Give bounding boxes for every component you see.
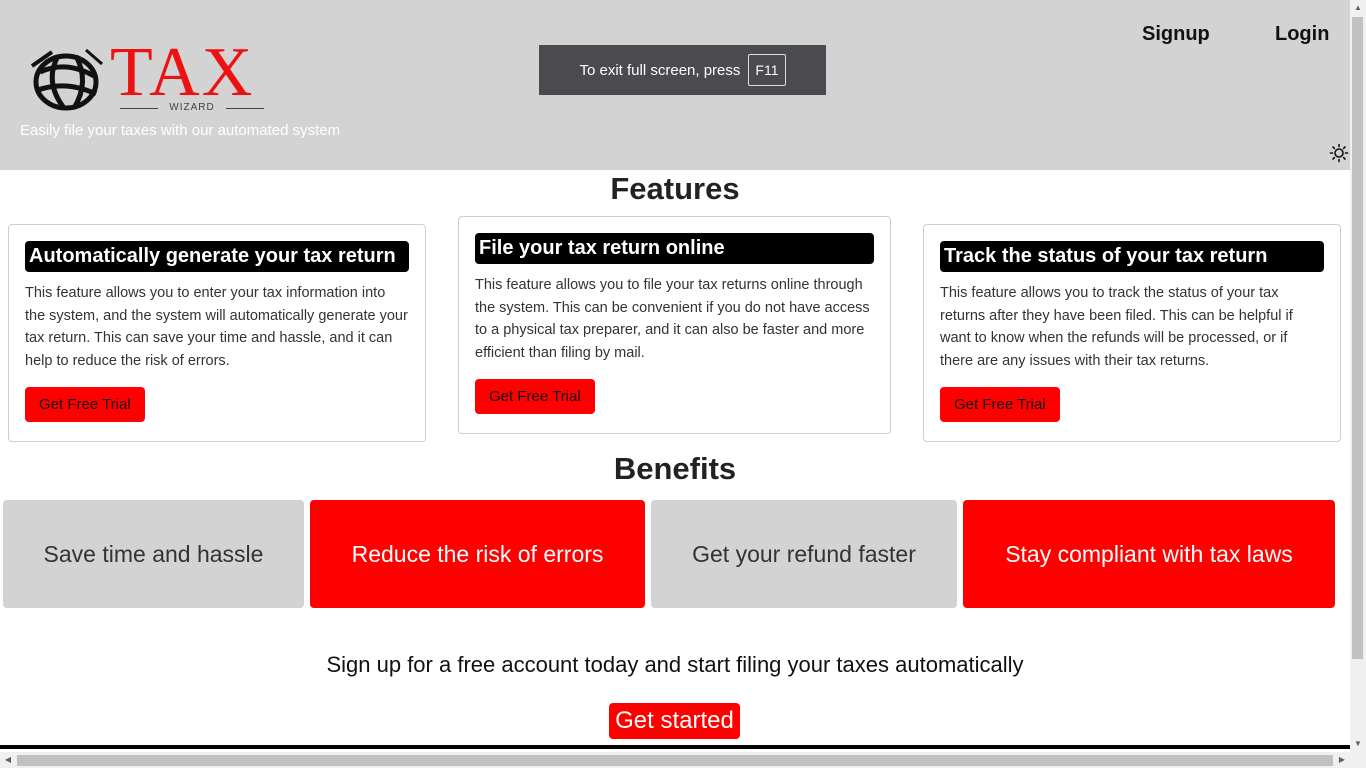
globe-icon [30,48,103,111]
scroll-right-arrow-icon[interactable]: ▶ [1334,752,1350,768]
login-link[interactable]: Login [1275,23,1329,46]
features-title: Features [610,171,740,206]
get-free-trial-button[interactable]: Get Free Trial [940,387,1060,423]
benefit-tile-reduce-errors: Reduce the risk of errors [310,500,645,608]
get-free-trial-button[interactable]: Get Free Trial [25,387,145,423]
signup-link[interactable]: Signup [1142,23,1210,46]
benefit-tile-refund-faster: Get your refund faster [651,500,957,608]
get-started-button[interactable]: Get started [609,703,740,739]
fullscreen-notice-text: To exit full screen, press [579,61,741,79]
footer-divider [0,745,1350,749]
benefit-tile-stay-compliant: Stay compliant with tax laws [963,500,1335,608]
fullscreen-key: F11 [748,54,786,86]
feature-card-generate: Automatically generate your tax return T… [8,224,426,442]
feature-description: This feature allows you to file your tax… [475,277,870,361]
feature-card-track-status: Track the status of your tax return This… [923,224,1341,442]
sun-icon[interactable] [1329,143,1349,163]
logo-subtitle: WIZARD [120,102,264,113]
fullscreen-notice: To exit full screen, press F11 [539,45,826,95]
feature-description: This feature allows you to enter your ta… [25,285,408,369]
horizontal-scrollbar-thumb[interactable] [17,755,1333,766]
tax-wizard-logo[interactable]: TAX WIZARD [30,38,280,114]
vertical-scrollbar-thumb[interactable] [1352,17,1363,659]
feature-heading: File your tax return online [475,233,874,264]
feature-heading: Automatically generate your tax return [25,241,409,272]
feature-card-file-online: File your tax return online This feature… [458,216,891,434]
tagline: Easily file your taxes with our automate… [20,122,341,139]
scroll-down-arrow-icon[interactable]: ▼ [1350,736,1366,752]
scroll-up-arrow-icon[interactable]: ▲ [1350,0,1366,16]
feature-heading: Track the status of your tax return [940,241,1324,272]
logo-wordmark: TAX [110,34,255,111]
cta-text: Sign up for a free account today and sta… [326,652,1024,677]
scroll-left-arrow-icon[interactable]: ◀ [0,752,16,768]
benefit-tile-save-time: Save time and hassle [3,500,304,608]
feature-description: This feature allows you to track the sta… [940,285,1293,369]
get-free-trial-button[interactable]: Get Free Trial [475,379,595,415]
benefits-title: Benefits [613,451,737,486]
